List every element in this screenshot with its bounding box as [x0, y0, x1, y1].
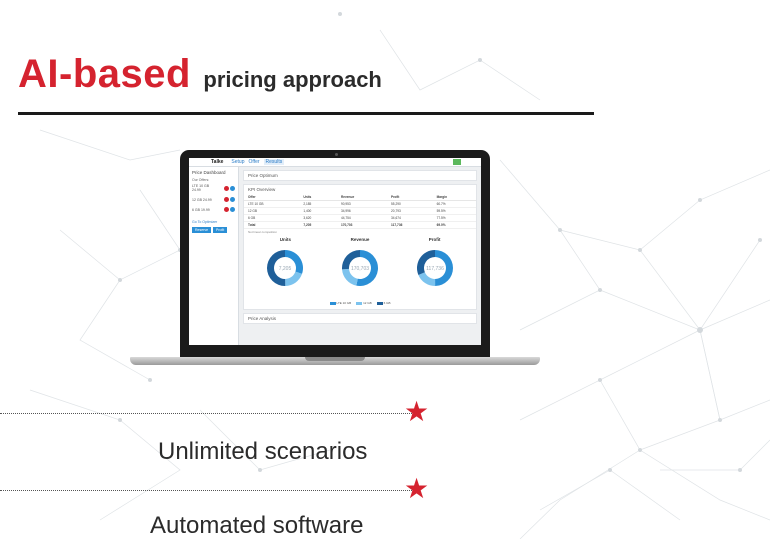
feature-label: Automated software — [150, 512, 364, 539]
sidebar-subtitle: Our Offers: — [192, 178, 210, 182]
panel-title-optimum[interactable]: Price Optimum — [244, 171, 476, 180]
table-cell: 170,703 — [336, 221, 388, 229]
donut-title: Revenue — [350, 237, 370, 242]
offer-label: 12 GB 24.99 — [192, 197, 212, 202]
table-cell: 20,793 — [387, 207, 433, 215]
main-content: Price Optimum KPI Overview Offer Units R… — [239, 167, 481, 345]
offer-item[interactable]: 12 GB 24.99 — [192, 197, 235, 202]
price-analysis-panel[interactable]: Price Analysis — [243, 313, 477, 324]
remove-icon[interactable] — [224, 207, 229, 212]
remove-icon[interactable] — [224, 185, 229, 191]
table-row: LTE 10 GB 2,185 90,953 55,290 60.7% — [244, 200, 476, 208]
kpi-table: Offer Units Revenue Profit Margin LTE 10… — [244, 194, 476, 229]
donut-center-value: 7,205 — [279, 266, 292, 272]
table-cell: 69.0% — [432, 221, 476, 229]
table-cell: 59.5% — [432, 207, 476, 215]
legend-item: 6 GB — [376, 301, 390, 305]
chart-legend: LTE 10 GB 12 GB 6 GB — [244, 298, 476, 309]
table-cell: 7,205 — [299, 221, 337, 229]
feature-label: Unlimited scenarios — [158, 438, 368, 465]
table-cell: Total — [244, 221, 300, 229]
laptop-notch — [305, 357, 365, 361]
legend-item: LTE 10 GB — [329, 301, 351, 305]
donut-slice-12-gb — [285, 271, 303, 286]
table-cell: 55,290 — [387, 200, 433, 208]
table-cell: LTE 10 GB — [244, 200, 300, 208]
table-cell: 44,754 — [336, 214, 388, 222]
app-brand: Talke — [211, 159, 224, 165]
feature-divider — [0, 413, 418, 414]
info-icon[interactable] — [230, 185, 235, 191]
table-cell: 34,674 — [387, 214, 433, 222]
offer-label: LTE 10 GB 24.99 — [192, 184, 210, 192]
profit-button[interactable]: Profit — [213, 227, 228, 233]
table-cell: 77.5% — [432, 214, 476, 222]
donut-chart-profit: 117,736 — [416, 250, 453, 286]
tab-offer[interactable]: Offer — [249, 159, 260, 165]
table-cell: 117,736 — [387, 221, 433, 229]
info-icon[interactable] — [230, 207, 235, 212]
table-cell: 12 GB — [244, 207, 300, 215]
laptop-screen: Talke Setup Offer Results Price Dashboar… — [189, 158, 481, 345]
donut-chart-revenue: 170,703 — [341, 250, 378, 286]
donut-center-value: 117,736 — [426, 266, 444, 272]
table-cell: 60.7% — [432, 200, 476, 208]
app-top-nav: Talke Setup Offer Results — [189, 158, 481, 167]
kpi-overview-panel: KPI Overview Offer Units Revenue Profit … — [243, 184, 477, 310]
star-icon: ★ — [404, 395, 430, 428]
table-cell: 2,185 — [299, 200, 337, 208]
donut-title: Units — [279, 237, 291, 242]
table-cell: 90,953 — [336, 200, 388, 208]
info-icon[interactable] — [230, 197, 235, 202]
donut-slice-12-gb — [418, 272, 435, 286]
remove-icon[interactable] — [224, 197, 229, 202]
feature-divider — [0, 490, 418, 491]
tab-results[interactable]: Results — [263, 159, 285, 165]
table-cell: 3,620 — [299, 214, 337, 222]
donut-profit: Profit 117,736 — [405, 237, 465, 298]
headline-accent: AI-based — [18, 52, 191, 96]
price-optimum-panel[interactable]: Price Optimum — [243, 170, 477, 181]
headline-rest: pricing approach — [203, 67, 382, 92]
table-cell: 6 GB — [244, 214, 300, 222]
table-cell: 1,400 — [299, 207, 337, 215]
headline-underline — [18, 112, 594, 115]
donut-charts: Units 7,205 Revenue 170,703 Profit 117,7… — [244, 235, 476, 298]
table-row: 6 GB 3,620 44,754 34,674 77.5% — [244, 214, 476, 222]
panel-title-analysis[interactable]: Price Analysis — [244, 314, 476, 323]
go-to-optimizer-link[interactable]: Go To Optimizer — [192, 220, 235, 224]
headline: AI-based pricing approach — [18, 52, 382, 97]
offer-item[interactable]: LTE 10 GB 24.99 — [192, 184, 235, 192]
panel-title-kpi[interactable]: KPI Overview — [244, 185, 476, 194]
sidebar: Price Dashboard Our Offers: LTE 10 GB 24… — [189, 167, 239, 345]
donut-chart-units: 7,205 — [267, 250, 304, 286]
donut-revenue: Revenue 170,703 — [330, 237, 390, 298]
table-cell: 34,996 — [336, 207, 388, 215]
donut-units: Units 7,205 — [255, 237, 315, 298]
offer-item[interactable]: 6 GB 19.99 — [192, 207, 235, 212]
donut-title: Profit — [428, 237, 441, 242]
settings-square-icon[interactable] — [453, 159, 461, 165]
sidebar-title: Price Dashboard — [192, 170, 226, 175]
star-icon: ★ — [404, 472, 430, 505]
table-row: 12 GB 1,400 34,996 20,793 59.5% — [244, 207, 476, 215]
donut-center-value: 170,703 — [351, 266, 369, 272]
legend-item: 12 GB — [356, 301, 372, 305]
offer-label: 6 GB 19.99 — [192, 207, 210, 212]
table-total-row: Total 7,205 170,703 117,736 69.0% — [244, 221, 476, 229]
camera-icon — [335, 153, 338, 156]
tab-setup[interactable]: Setup — [231, 159, 244, 165]
reserve-button[interactable]: Reserve — [192, 227, 212, 233]
